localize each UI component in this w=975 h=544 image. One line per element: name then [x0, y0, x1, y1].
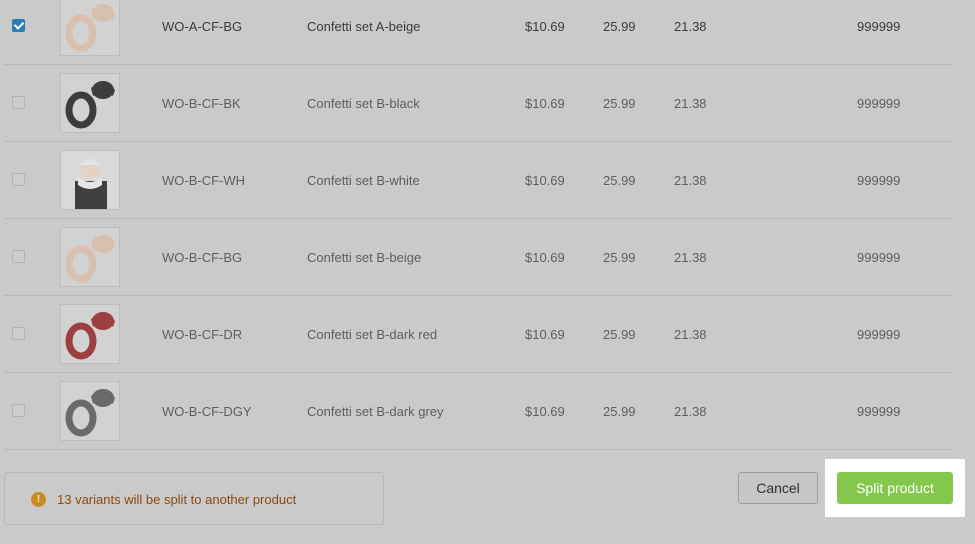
hat-scarf-beige-icon [61, 228, 119, 286]
variant-price: 25.99 [603, 96, 636, 111]
variant-cost: $10.69 [525, 327, 565, 342]
variant-price: 25.99 [603, 19, 636, 34]
variant-cost: $10.69 [525, 96, 565, 111]
variant-thumbnail [60, 227, 120, 287]
split-product-button[interactable]: Split product [837, 472, 953, 504]
variant-checkbox[interactable] [12, 19, 25, 32]
split-notice-message: 13 variants will be split to another pro… [57, 492, 297, 507]
cancel-button[interactable]: Cancel [738, 472, 818, 504]
variant-quantity: 999999 [857, 19, 901, 34]
variant-sku: WO-B-CF-DR [162, 327, 243, 342]
variant-cost: $10.69 [525, 19, 565, 34]
variant-sku: WO-A-CF-BG [162, 19, 243, 34]
variant-row[interactable]: WO-B-CF-BK Confetti set B-black $10.69 25.9… [4, 65, 953, 142]
variant-row[interactable]: WO-B-CF-BG Confetti set B-beige $10.69 25.9… [4, 219, 953, 296]
variant-name: Confetti set A-beige [307, 19, 421, 34]
variant-cost: $10.69 [525, 404, 565, 419]
variant-thumbnail [60, 0, 120, 56]
variant-cost: $10.69 [525, 173, 565, 188]
variant-sku: WO-B-CF-WH [162, 173, 246, 188]
variant-quantity: 999999 [857, 173, 901, 188]
variant-thumbnail [60, 150, 120, 210]
variant-compare-price: 21.38 [674, 173, 707, 188]
variant-price: 25.99 [603, 327, 636, 342]
variant-checkbox[interactable] [12, 327, 25, 340]
variant-price: 25.99 [603, 404, 636, 419]
variant-thumbnail [60, 73, 120, 133]
variant-cost: $10.69 [525, 250, 565, 265]
variant-compare-price: 21.38 [674, 250, 707, 265]
variant-quantity: 999999 [857, 96, 901, 111]
variant-compare-price: 21.38 [674, 19, 707, 34]
hat-scarf-beige-icon [61, 0, 119, 55]
variant-checkbox[interactable] [12, 96, 25, 109]
variant-thumbnail [60, 381, 120, 441]
warning-icon: ! [31, 492, 46, 507]
hat-scarf-black-icon [61, 74, 119, 132]
variants-table: WO-A-CF-BG Confetti set A-beige $10.69 25.9… [4, 0, 953, 450]
variant-thumbnail [60, 304, 120, 364]
variant-row[interactable]: WO-A-CF-BG Confetti set A-beige $10.69 25.9… [4, 0, 953, 65]
hat-scarf-darkred-icon [61, 305, 119, 363]
variant-name: Confetti set B-dark grey [307, 404, 444, 419]
model-white-set-icon [61, 151, 119, 209]
variant-compare-price: 21.38 [674, 96, 707, 111]
variant-sku: WO-B-CF-DGY [162, 404, 252, 419]
variant-row[interactable]: WO-B-CF-DR Confetti set B-dark red $10.69 2… [4, 296, 953, 373]
variant-row[interactable]: WO-B-CF-DGY Confetti set B-dark grey $10.6… [4, 373, 953, 450]
variant-price: 25.99 [603, 250, 636, 265]
variant-row[interactable]: WO-B-CF-WH Confetti set B-white $10.69 25.9… [4, 142, 953, 219]
variant-checkbox[interactable] [12, 173, 25, 186]
variant-name: Confetti set B-beige [307, 250, 422, 265]
variant-name: Confetti set B-black [307, 96, 420, 111]
variant-checkbox[interactable] [12, 250, 25, 263]
variant-sku: WO-B-CF-BG [162, 250, 243, 265]
variant-quantity: 999999 [857, 404, 901, 419]
variant-sku: WO-B-CF-BK [162, 96, 241, 111]
split-notice: ! 13 variants will be split to another p… [4, 472, 384, 525]
variant-compare-price: 21.38 [674, 327, 707, 342]
variant-compare-price: 21.38 [674, 404, 707, 419]
variant-quantity: 999999 [857, 250, 901, 265]
hat-scarf-darkgrey-icon [61, 382, 119, 440]
variant-price: 25.99 [603, 173, 636, 188]
split-product-dialog: WO-A-CF-BG Confetti set A-beige $10.69 25.9… [0, 0, 975, 544]
variant-quantity: 999999 [857, 327, 901, 342]
variant-name: Confetti set B-dark red [307, 327, 438, 342]
variant-name: Confetti set B-white [307, 173, 420, 188]
variant-checkbox[interactable] [12, 404, 25, 417]
